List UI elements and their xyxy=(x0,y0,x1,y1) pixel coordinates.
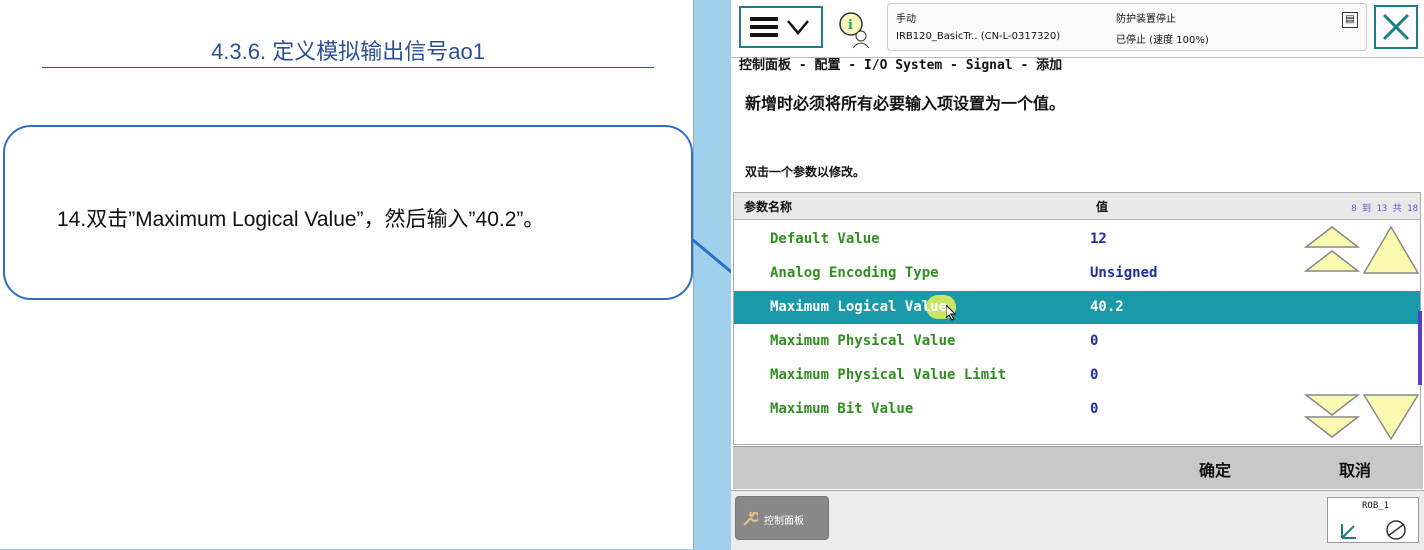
param-value: 0 xyxy=(1090,333,1099,349)
menu-icon xyxy=(750,17,809,37)
breadcrumb: 控制面板 - 配置 - I/O System - Signal - 添加 xyxy=(739,58,1063,73)
table-header: 参数名称 值 8 到 13 共 18 xyxy=(734,193,1420,220)
instruction-callout: 14.双击”Maximum Logical Value”，然后输入”40.2”。 xyxy=(3,125,693,300)
top-bar: i 手动 IRB120_BasicTr.. (CN-L-0317320) 防护装… xyxy=(731,0,1424,58)
param-value: 0 xyxy=(1090,367,1099,383)
close-button[interactable] xyxy=(1374,5,1418,49)
robot-label: ROB_1 xyxy=(1362,501,1390,511)
mouse-cursor-icon xyxy=(946,305,957,321)
battery-icon: ▤ xyxy=(1342,12,1358,28)
parameter-table: 参数名称 值 8 到 13 共 18 Default Value 12 Anal… xyxy=(733,192,1421,445)
page-up-icon[interactable] xyxy=(1302,223,1362,277)
param-value: 0 xyxy=(1090,401,1099,417)
tutorial-slide: 4.3.6. 定义模拟输出信号ao1 14.双击”Maximum Logical… xyxy=(0,0,694,549)
event-log-icon[interactable]: i xyxy=(833,6,877,50)
table-row[interactable]: Maximum Physical Value 0 xyxy=(734,325,1420,358)
safety-state: 防护装置停止 xyxy=(1116,14,1176,25)
wrench-icon xyxy=(743,511,758,526)
param-name: Maximum Physical Value Limit xyxy=(770,367,1007,383)
action-bar: 确定 取消 xyxy=(733,446,1423,489)
required-fields-message: 新增时必须将所有必要输入项设置为一个值。 xyxy=(745,94,1066,113)
page-down-icon[interactable] xyxy=(1302,391,1362,443)
flexpendant-window: i 手动 IRB120_BasicTr.. (CN-L-0317320) 防护装… xyxy=(731,0,1424,550)
taskbar-button-label: 控制面板 xyxy=(764,516,804,527)
param-value: 12 xyxy=(1090,231,1107,247)
operating-mode: 手动 xyxy=(896,14,916,25)
motion-state: 已停止 (速度 100%) xyxy=(1116,35,1209,46)
robot-jog-icon xyxy=(1341,520,1406,540)
param-name: Analog Encoding Type xyxy=(770,265,939,281)
param-value: Unsigned xyxy=(1090,265,1158,281)
title-underline xyxy=(42,67,654,68)
param-value: 40.2 xyxy=(1090,299,1124,315)
table-row-selected[interactable]: Maximum Logical Value 40.2 xyxy=(734,291,1420,324)
main-menu-button[interactable] xyxy=(739,6,823,48)
row-range-indicator: 8 到 13 共 18 xyxy=(1351,204,1418,214)
scroll-down-icon[interactable] xyxy=(1362,391,1420,443)
column-header-name: 参数名称 xyxy=(744,200,793,214)
instruction-text: 14.双击”Maximum Logical Value”，然后输入”40.2”。 xyxy=(57,208,545,231)
param-name: Maximum Logical Value xyxy=(770,299,948,315)
cancel-button[interactable]: 取消 xyxy=(1339,457,1371,481)
scroll-up-icon[interactable] xyxy=(1362,223,1420,277)
param-name: Maximum Bit Value xyxy=(770,401,914,417)
status-panel: 手动 IRB120_BasicTr.. (CN-L-0317320) 防护装置停… xyxy=(887,3,1367,51)
edit-hint: 双击一个参数以修改。 xyxy=(745,165,866,179)
param-name: Default Value xyxy=(770,231,880,247)
svg-text:i: i xyxy=(848,18,853,33)
quickset-robot-button[interactable]: ROB_1 xyxy=(1327,497,1419,543)
ok-button[interactable]: 确定 xyxy=(1199,457,1231,481)
table-row[interactable]: Maximum Physical Value Limit 0 xyxy=(734,359,1420,392)
scrollbar[interactable] xyxy=(1418,311,1422,385)
column-header-value: 值 xyxy=(1096,200,1109,214)
param-name: Maximum Physical Value xyxy=(770,333,956,349)
slide-title: 4.3.6. 定义模拟输出信号ao1 xyxy=(211,39,485,64)
close-icon xyxy=(1382,13,1410,41)
taskbar-control-panel-button[interactable]: 控制面板 xyxy=(735,496,829,540)
taskbar: 控制面板 ROB_1 xyxy=(731,490,1424,550)
controller-name: IRB120_BasicTr.. (CN-L-0317320) xyxy=(896,31,1061,42)
